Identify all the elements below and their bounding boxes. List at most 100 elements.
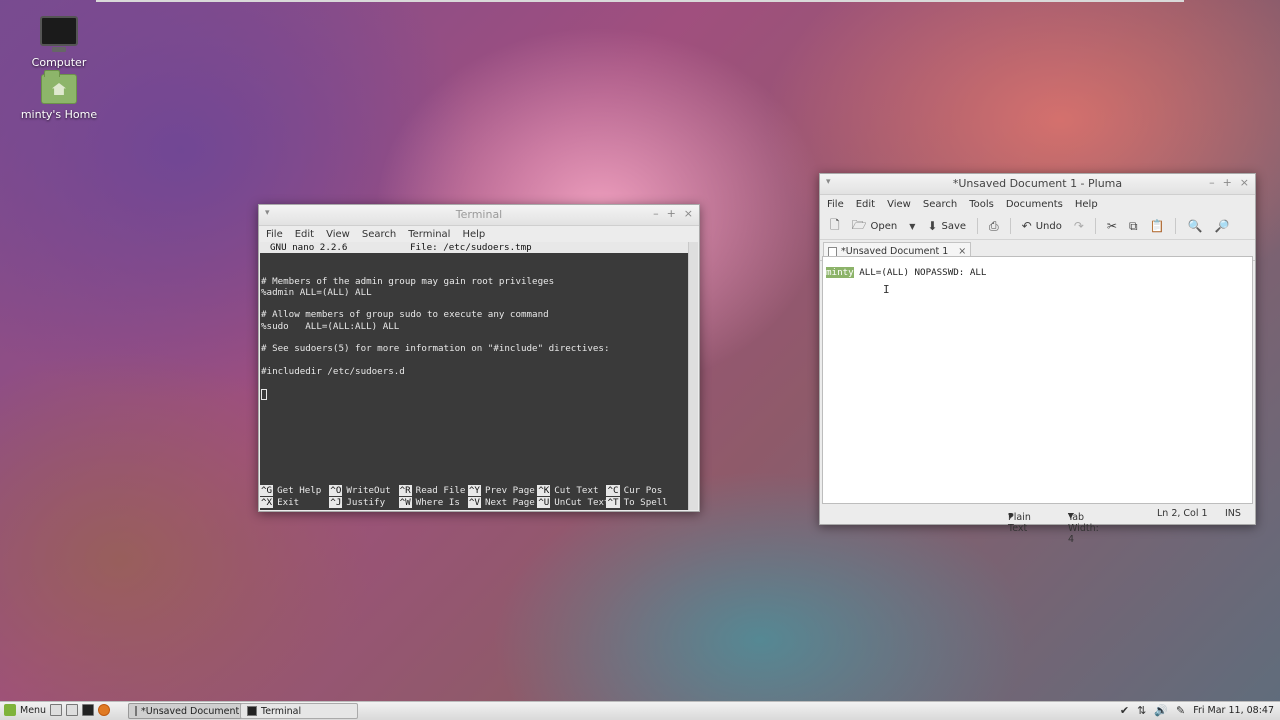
- search-icon: 🔍: [1187, 219, 1203, 233]
- undo-button[interactable]: ↶ Undo: [1018, 217, 1066, 235]
- desktop-icon-computer[interactable]: Computer: [14, 16, 104, 69]
- shortcut-read-file: ^R Read File: [398, 485, 466, 497]
- text-line: [260, 355, 689, 366]
- selected-text: minty: [826, 267, 854, 278]
- menu-terminal[interactable]: Terminal: [407, 229, 451, 240]
- show-desktop-icon[interactable]: [50, 704, 62, 716]
- maximize-icon[interactable]: +: [1223, 176, 1232, 189]
- maximize-icon[interactable]: +: [667, 207, 676, 220]
- window-title: Terminal: [455, 208, 503, 221]
- paste-icon: 📋: [1149, 219, 1165, 233]
- pluma-titlebar[interactable]: ▾ *Unsaved Document 1 - Pluma – + ×: [820, 174, 1255, 195]
- top-edge-line: [96, 0, 1184, 2]
- shortcut-cur-pos: ^C Cur Pos: [606, 485, 663, 497]
- cursor-position: Ln 2, Col 1: [1157, 508, 1208, 519]
- menu-edit[interactable]: Edit: [855, 199, 876, 210]
- quick-launch: [50, 704, 110, 716]
- taskbar: Menu *Unsaved Document ... Terminal ✔ ⇅ …: [0, 701, 1280, 720]
- menu-edit[interactable]: Edit: [294, 229, 315, 240]
- text-line: # See sudoers(5) for more information on…: [261, 343, 610, 355]
- menu-file[interactable]: File: [826, 199, 845, 210]
- mint-logo-icon: [4, 704, 16, 716]
- terminal-launcher-icon[interactable]: [82, 704, 94, 716]
- terminal-scrollbar[interactable]: [688, 242, 698, 510]
- editor-line: minty ALL=(ALL) NOPASSWD: ALL: [826, 267, 986, 278]
- copy-button[interactable]: ⧉: [1125, 217, 1142, 236]
- system-tray: ✔ ⇅ 🔊 ✎ Fri Mar 11, 08:47: [1120, 704, 1274, 717]
- nano-header: GNU nano 2.2.6 File: /etc/sudoers.tmp: [260, 242, 689, 253]
- shortcut-writeout: ^O WriteOut: [329, 485, 391, 497]
- open-button[interactable]: 🗁 Open: [848, 214, 902, 239]
- chevron-down-icon: ▼: [909, 221, 916, 231]
- file-manager-icon[interactable]: [66, 704, 78, 716]
- nano-version: GNU nano 2.2.6: [270, 242, 348, 253]
- find-button[interactable]: 🔍: [1183, 217, 1206, 235]
- chevron-down-icon: ▼: [1008, 512, 1014, 520]
- terminal-icon: [247, 706, 257, 716]
- main-menu-button[interactable]: Menu: [4, 704, 46, 716]
- line-text: ALL=(ALL) NOPASSWD: ALL: [853, 267, 987, 278]
- clock[interactable]: Fri Mar 11, 08:47: [1193, 705, 1274, 716]
- print-icon: ⎙: [989, 218, 999, 233]
- open-recent-dropdown[interactable]: ▼: [905, 220, 919, 233]
- nano-shortcuts: ^G Get Help ^O WriteOut ^R Read File ^Y Prev…: [260, 485, 689, 508]
- terminal-content[interactable]: GNU nano 2.2.6 File: /etc/sudoers.tmp # …: [260, 242, 689, 510]
- save-button[interactable]: ⬇ Save: [923, 217, 970, 235]
- firefox-icon[interactable]: [98, 704, 110, 716]
- close-icon[interactable]: ×: [684, 207, 693, 220]
- menu-help[interactable]: Help: [1074, 199, 1099, 210]
- text-line: [260, 332, 689, 343]
- redo-icon: ↷: [1073, 219, 1084, 233]
- edit-applet-icon[interactable]: ✎: [1176, 704, 1185, 717]
- cut-icon: ✂: [1106, 219, 1117, 233]
- shortcut-to-spell: ^T To Spell: [606, 496, 668, 508]
- shortcut-cut-text: ^K Cut Text: [537, 485, 599, 497]
- menu-tools[interactable]: Tools: [968, 199, 995, 210]
- menu-view[interactable]: View: [325, 229, 351, 240]
- cut-button[interactable]: ✂: [1103, 217, 1121, 235]
- print-button[interactable]: ⎙: [985, 217, 1003, 236]
- pluma-toolbar: 🗋 🗁 Open ▼ ⬇ Save ⎙ ↶ Undo ↷ ✂ ⧉ 📋 🔍 🔎: [820, 213, 1255, 240]
- shortcut-justify: ^J Justify: [329, 496, 386, 508]
- text-line: # Allow members of group sudo to execute…: [261, 309, 549, 321]
- paste-button[interactable]: 📋: [1146, 217, 1169, 235]
- computer-icon: [40, 16, 78, 52]
- text-editor[interactable]: minty ALL=(ALL) NOPASSWD: ALL I: [822, 256, 1253, 504]
- document-icon: [828, 246, 837, 257]
- task-terminal[interactable]: Terminal: [240, 703, 358, 719]
- nano-filename: File: /etc/sudoers.tmp: [410, 242, 532, 253]
- menu-search[interactable]: Search: [922, 199, 958, 210]
- find-replace-button[interactable]: 🔎: [1210, 217, 1233, 235]
- toolbar-separator: [977, 218, 979, 234]
- shortcut-uncut-text: ^U UnCut Text: [537, 496, 607, 508]
- close-icon[interactable]: ×: [1240, 176, 1249, 189]
- task-pluma[interactable]: *Unsaved Document ...: [128, 703, 250, 719]
- menu-file[interactable]: File: [265, 229, 284, 240]
- pluma-statusbar: Plain Text ▼ Tab Width: 4 ▼ Ln 2, Col 1 …: [1008, 508, 1241, 545]
- new-document-button[interactable]: 🗋: [826, 214, 844, 239]
- menu-search[interactable]: Search: [361, 229, 397, 240]
- copy-icon: ⧉: [1128, 218, 1138, 233]
- toolbar-separator: [1175, 218, 1177, 234]
- text-line: # Members of the admin group may gain ro…: [261, 275, 555, 287]
- minimize-icon[interactable]: –: [1209, 176, 1215, 189]
- redo-button[interactable]: ↷: [1070, 217, 1088, 235]
- menu-documents[interactable]: Documents: [1005, 199, 1064, 210]
- network-icon[interactable]: ⇅: [1137, 704, 1146, 717]
- update-manager-icon[interactable]: ✔: [1120, 704, 1129, 717]
- chevron-down-icon: ▼: [1068, 512, 1074, 520]
- terminal-menubar: File Edit View Search Terminal Help: [259, 226, 699, 242]
- shortcut-prev-page: ^Y Prev Page: [467, 485, 535, 497]
- desktop-icon-home[interactable]: minty's Home: [14, 70, 104, 121]
- terminal-titlebar[interactable]: ▾ Terminal – + ×: [259, 205, 699, 226]
- menu-view[interactable]: View: [886, 199, 912, 210]
- text-line: [260, 377, 689, 388]
- menu-label: Menu: [20, 704, 47, 716]
- volume-icon[interactable]: 🔊: [1154, 704, 1168, 717]
- shortcut-exit: ^X Exit: [260, 496, 300, 508]
- text-line: #includedir /etc/sudoers.d: [261, 365, 405, 377]
- terminal-window: ▾ Terminal – + × File Edit View Search T…: [258, 204, 700, 512]
- undo-icon: ↶: [1021, 219, 1032, 233]
- menu-help[interactable]: Help: [461, 229, 486, 240]
- minimize-icon[interactable]: –: [653, 207, 659, 220]
